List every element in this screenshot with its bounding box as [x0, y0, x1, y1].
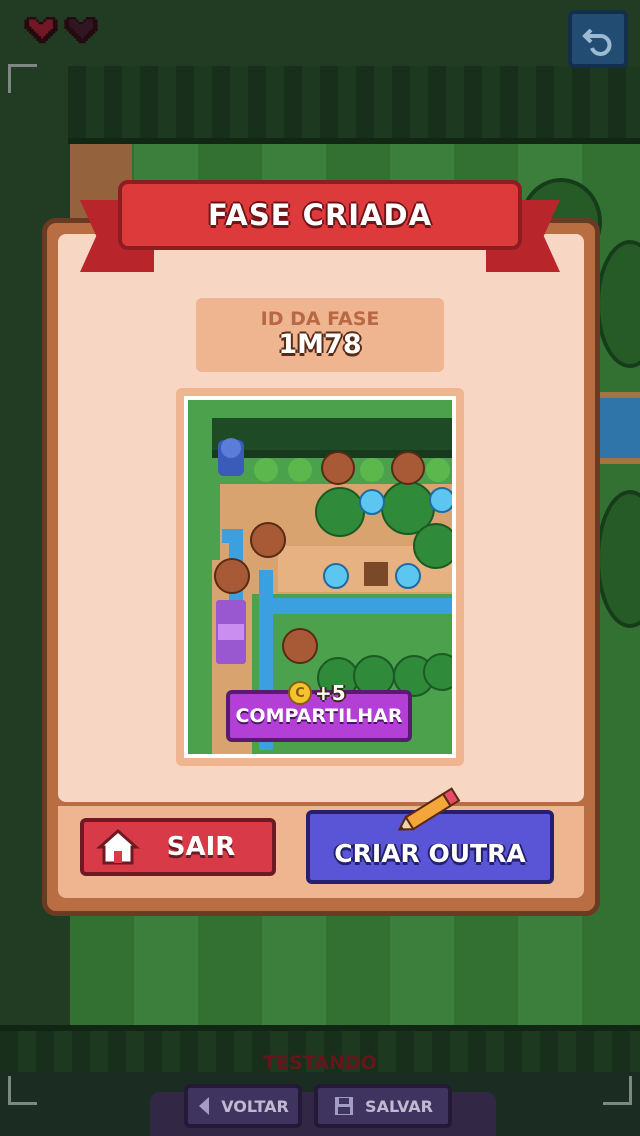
- share-button-label: COMPARTILHAR: [235, 705, 403, 727]
- dialog-title: FASE CRIADA: [207, 198, 433, 232]
- title-ribbon: FASE CRIADA: [118, 180, 522, 250]
- exit-button[interactable]: SAIR: [80, 818, 276, 876]
- share-reward-amount: +5: [315, 681, 346, 705]
- create-another-label: CRIAR OUTRA: [334, 838, 526, 868]
- level-id-value: 1M78: [278, 329, 362, 360]
- level-id-label: ID DA FASE: [260, 308, 380, 330]
- level-id-box: ID DA FASE 1M78: [196, 298, 444, 372]
- home-icon: [96, 828, 140, 865]
- coin-icon: C: [288, 681, 312, 705]
- pencil-icon: [397, 787, 461, 831]
- share-reward: C +5: [288, 680, 346, 706]
- exit-button-label: SAIR: [166, 832, 236, 862]
